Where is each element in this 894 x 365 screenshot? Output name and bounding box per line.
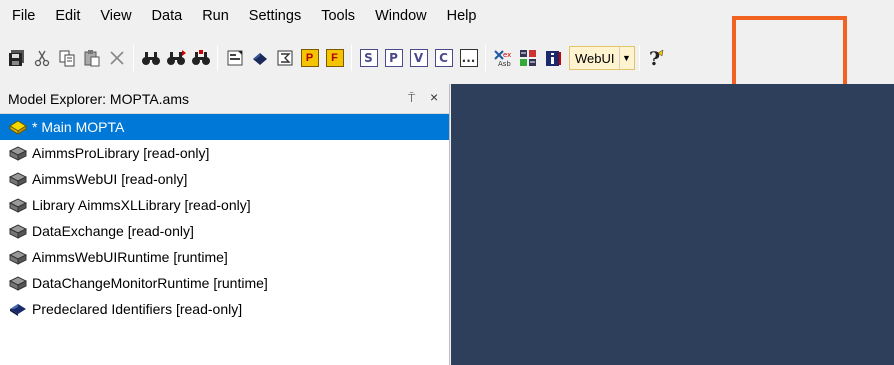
menu-run[interactable]: Run [192,4,239,28]
s-label: S [359,49,378,67]
delete-icon[interactable] [106,47,128,69]
model-explorer-panel: Model Explorer: MOPTA.ams ⍑ × * Main MOP… [0,84,450,365]
menu-data[interactable]: Data [142,4,193,28]
tree-item-aimmsprolibrary[interactable]: AimmsProLibrary [read-only] [0,140,449,166]
pin-icon[interactable]: ⍑ [408,91,415,106]
panel-title: Model Explorer: MOPTA.ams [8,90,190,107]
tree-item-aimmsxllibrary[interactable]: Library AimmsXLLibrary [read-only] [0,192,449,218]
toolbar: P F S P V C ... ex Asb WebUI ▼ ? [0,32,894,84]
tree-item-label: * Main MOPTA [32,119,125,135]
tree-item-label: DataChangeMonitorRuntime [runtime] [32,275,268,291]
case-icon[interactable] [517,47,539,69]
svg-text:ex: ex [503,51,511,59]
tree-item-label: Predeclared Identifiers [read-only] [32,301,243,317]
menu-tools[interactable]: Tools [311,4,365,28]
copy-icon[interactable] [56,47,78,69]
library-icon [8,196,28,214]
s-icon[interactable]: S [358,47,380,69]
tree-item-datachangemonitorruntime[interactable]: DataChangeMonitorRuntime [runtime] [0,270,449,296]
properties-icon[interactable] [224,47,246,69]
svg-text:?: ? [649,48,660,68]
data-manager-icon[interactable]: ex Asb [492,47,514,69]
svg-text:Asb: Asb [498,60,511,67]
menu-file[interactable]: File [8,4,45,28]
v-icon[interactable]: V [408,47,430,69]
webui-dropdown-value: WebUI [575,50,615,66]
find-in-project-icon[interactable] [190,47,212,69]
library-icon [8,274,28,292]
info-icon[interactable] [542,47,564,69]
v-label: V [409,49,428,67]
toolbar-separator [217,45,218,71]
tree-item-predeclared-identifiers[interactable]: Predeclared Identifiers [read-only] [0,296,449,322]
help-icon[interactable]: ? [645,47,667,69]
tree-item-label: AimmsWebUIRuntime [runtime] [32,249,228,265]
tree-item-dataexchange[interactable]: DataExchange [read-only] [0,218,449,244]
tree-item-aimmswebuiruntime[interactable]: AimmsWebUIRuntime [runtime] [0,244,449,270]
library-icon [8,248,28,266]
p-icon[interactable]: P [383,47,405,69]
find-next-icon[interactable] [165,47,187,69]
chevron-down-icon[interactable]: ▼ [618,47,634,69]
toolbar-separator [351,45,352,71]
tree-item-label: Library AimmsXLLibrary [read-only] [32,197,251,213]
webui-dropdown[interactable]: WebUI ▼ [569,46,635,70]
menu-view[interactable]: View [90,4,141,28]
tree-item-label: AimmsProLibrary [read-only] [32,145,210,161]
menu-window[interactable]: Window [365,4,437,28]
c-icon[interactable]: C [433,47,455,69]
tree-item-label: AimmsWebUI [read-only] [32,171,188,187]
p-label: P [384,49,403,67]
model-explorer-icon[interactable] [249,47,271,69]
page-manager-label: P [300,49,319,67]
c-label: C [434,49,453,67]
predeclared-book-icon [8,300,28,318]
template-manager-icon[interactable]: F [324,47,346,69]
menu-edit[interactable]: Edit [45,4,90,28]
tree-item-aimmswebui[interactable]: AimmsWebUI [read-only] [0,166,449,192]
paste-icon[interactable] [81,47,103,69]
cut-icon[interactable] [31,47,53,69]
tree-item-main-mopta[interactable]: * Main MOPTA [0,114,449,140]
template-manager-label: F [325,49,344,67]
toolbar-separator [133,45,134,71]
model-explorer-header: Model Explorer: MOPTA.ams ⍑ × [0,84,449,114]
close-icon[interactable]: × [430,89,438,105]
tree-item-label: DataExchange [read-only] [32,223,194,239]
workspace-area [451,84,894,365]
menu-settings[interactable]: Settings [239,4,311,28]
identifier-selector-icon[interactable] [274,47,296,69]
model-tree: * Main MOPTA AimmsProLibrary [read-only]… [0,114,449,322]
more-icon[interactable]: ... [458,47,480,69]
page-manager-icon[interactable]: P [299,47,321,69]
toolbar-separator [638,45,640,71]
main-model-icon [8,118,28,136]
save-all-icon[interactable] [6,47,28,69]
library-icon [8,222,28,240]
toolbar-separator [485,45,486,71]
library-icon [8,170,28,188]
menu-bar: File Edit View Data Run Settings Tools W… [0,0,894,32]
library-icon [8,144,28,162]
more-label: ... [459,49,478,67]
find-icon[interactable] [140,47,162,69]
menu-help[interactable]: Help [437,4,487,28]
